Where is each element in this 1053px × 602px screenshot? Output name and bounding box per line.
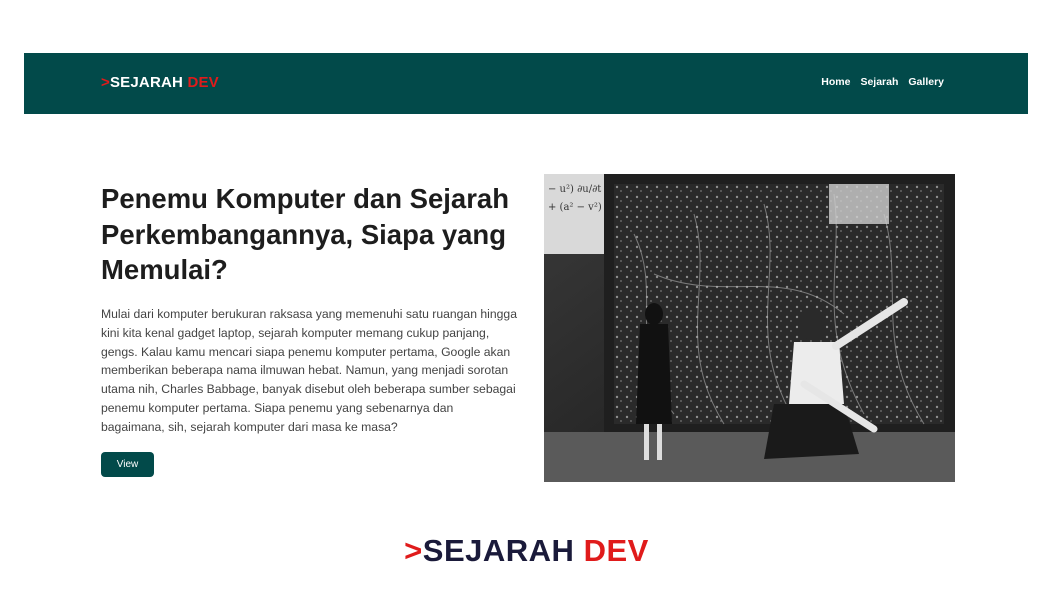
hero-title: Penemu Komputer dan Sejarah Perkembangan… <box>101 183 510 285</box>
brand-logo[interactable]: >SEJARAH DEV <box>101 74 219 91</box>
footer-brand-accent: DEV <box>583 533 649 568</box>
view-button[interactable]: View <box>101 452 154 477</box>
nav-link-gallery[interactable]: Gallery <box>908 76 944 88</box>
eniac-photo-illustration: − u²) ∂u/∂t − u v + (a² − v²) ∂v/∂y <box>544 174 955 482</box>
footer-brand-main: SEJARAH <box>422 533 575 568</box>
navbar: >SEJARAH DEV Home Sejarah Gallery <box>24 53 1028 114</box>
brand-chevron: > <box>101 74 110 91</box>
hero-image: − u²) ∂u/∂t − u v + (a² − v²) ∂v/∂y <box>544 174 955 482</box>
nav-links: Home Sejarah Gallery <box>821 76 944 88</box>
brand-accent: DEV <box>187 74 219 91</box>
footer-brand: >SEJARAH DEV <box>0 533 1053 569</box>
footer-brand-chevron: > <box>404 533 423 568</box>
brand-main: SEJARAH <box>109 74 184 91</box>
hero-description: Mulai dari komputer berukuran raksasa ya… <box>101 307 517 434</box>
nav-link-home[interactable]: Home <box>821 76 850 88</box>
nav-link-sejarah[interactable]: Sejarah <box>860 76 898 88</box>
